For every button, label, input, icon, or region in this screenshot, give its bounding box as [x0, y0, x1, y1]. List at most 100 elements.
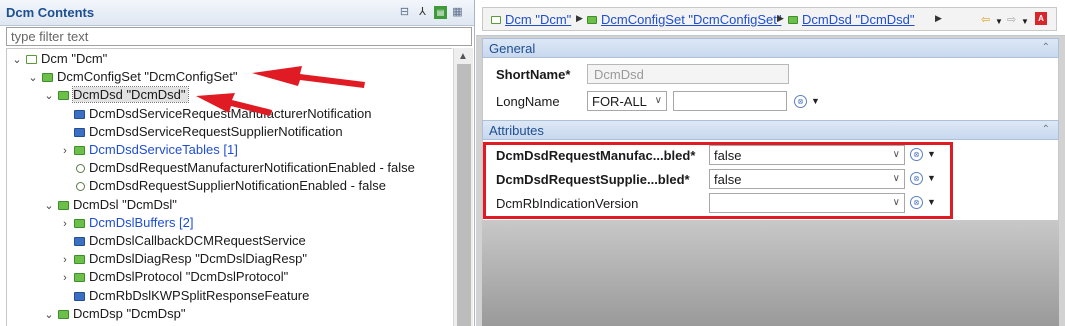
longname-label: LongName	[496, 94, 560, 109]
collapsed-chevron-icon[interactable]: ›	[59, 269, 71, 287]
tree-item-label: DcmDslBuffers [2]	[89, 214, 194, 230]
parameter-icon	[76, 164, 85, 174]
forward-dropdown-icon[interactable]: ▼	[1021, 15, 1029, 29]
general-section-header[interactable]: General ⌃	[482, 38, 1059, 58]
back-dropdown-icon[interactable]: ▼	[995, 15, 1003, 29]
tree-item[interactable]: ⌄ DcmDsd "DcmDsd"	[43, 86, 189, 105]
tree-item-label: DcmDslDiagResp "DcmDslDiagResp"	[89, 251, 307, 267]
breadcrumb-dcm[interactable]: Dcm "Dcm"	[505, 12, 571, 27]
container-icon	[74, 127, 85, 137]
tree-item[interactable]: › DcmDslDiagResp "DcmDslDiagResp"	[59, 250, 307, 268]
collapse-section-icon[interactable]: ⌃	[1042, 42, 1050, 53]
collapse-all-icon[interactable]: ⊟	[398, 6, 411, 19]
expand-chevron-icon[interactable]: ⌄	[43, 306, 55, 324]
breadcrumb-separator-icon: ▶	[576, 13, 583, 23]
tree-item[interactable]: ⌄ DcmDsp "DcmDsp"	[43, 305, 186, 324]
longname-language-select[interactable]: FOR-ALL ∨	[587, 91, 667, 111]
breadcrumb: Dcm "Dcm" ▶ DcmConfigSet "DcmConfigSet" …	[482, 7, 1057, 31]
folder-icon	[58, 200, 69, 210]
general-section: ShortName* DcmDsd LongName FOR-ALL ∨ ⊗ ▼	[482, 58, 1059, 120]
attr-label-indication-version: DcmRbIndicationVersion	[496, 196, 639, 211]
module-icon	[26, 55, 37, 64]
panel-title: Dcm Contents	[6, 5, 95, 20]
dropdown-triangle-icon[interactable]: ▼	[927, 197, 936, 207]
default-value-icon[interactable]: ⊗	[910, 172, 923, 185]
attr-select-indication-version[interactable]: ∨	[709, 193, 905, 213]
tree-item[interactable]: ⌄ DcmDsl "DcmDsl"	[43, 196, 177, 215]
filter-input[interactable]	[6, 27, 472, 46]
folder-icon	[587, 16, 597, 24]
tree-item[interactable]: DcmDsdRequestSupplierNotificationEnabled…	[59, 177, 386, 195]
tree-item[interactable]: DcmDsdRequestManufacturerNotificationEna…	[59, 159, 415, 177]
panel-header: Dcm Contents ⊟ ⅄ ▤ ▦	[0, 0, 474, 26]
dropdown-triangle-icon[interactable]: ▼	[927, 149, 936, 159]
tree-item-label: DcmDsdRequestSupplierNotificationEnabled…	[89, 178, 386, 194]
filter-icon[interactable]: ▤	[434, 6, 447, 19]
breadcrumb-separator-icon: ▶	[777, 13, 784, 23]
folder-icon	[74, 146, 85, 155]
breadcrumb-dcmconfigset[interactable]: DcmConfigSet "DcmConfigSet"	[601, 12, 781, 27]
attributes-section-header[interactable]: Attributes ⌃	[482, 120, 1059, 140]
attr-select-manufacturer-enabled[interactable]: false ∨	[709, 145, 905, 165]
config-tree: ⌄ Dcm "Dcm" ⌄ DcmConfigSet "DcmConfigSet" ⌄ D…	[6, 48, 452, 326]
dropdown-triangle-icon[interactable]: ▼	[927, 173, 936, 183]
expand-chevron-icon[interactable]: ⌄	[27, 69, 39, 87]
editor-panel: Dcm "Dcm" ▶ DcmConfigSet "DcmConfigSet" …	[476, 0, 1065, 326]
tree-scrollbar[interactable]: ▲	[453, 48, 473, 326]
tree-item-label: DcmConfigSet "DcmConfigSet"	[57, 69, 238, 85]
back-arrow-icon[interactable]: ⇦	[981, 13, 990, 27]
collapsed-chevron-icon[interactable]: ›	[59, 142, 71, 160]
longname-language-value: FOR-ALL	[592, 94, 647, 109]
tree-item[interactable]: ⌄ DcmConfigSet "DcmConfigSet"	[27, 68, 237, 86]
folder-icon	[788, 16, 798, 24]
default-value-icon[interactable]: ⊗	[910, 148, 923, 161]
folder-icon	[58, 309, 69, 319]
chevron-down-icon: ∨	[892, 197, 900, 208]
module-icon	[491, 16, 501, 24]
container-icon	[74, 237, 85, 246]
expand-chevron-icon[interactable]: ⌄	[11, 51, 23, 69]
tree-item-label: DcmDsd "DcmDsd"	[72, 86, 189, 104]
tree-item[interactable]: ⌄ Dcm "Dcm"	[11, 50, 107, 68]
attr-value: false	[714, 172, 742, 187]
dropdown-triangle-icon[interactable]: ▼	[811, 96, 820, 106]
tree-item-label: DcmDsl "DcmDsl"	[73, 196, 177, 212]
forward-arrow-icon[interactable]: ⇨	[1007, 13, 1016, 27]
folder-icon	[74, 255, 85, 265]
tree-item-label: DcmDslCallbackDCMRequestService	[89, 233, 306, 248]
default-value-icon[interactable]: ⊗	[910, 196, 923, 209]
view-menu-icon[interactable]: ▦	[451, 6, 464, 19]
tree-item[interactable]: DcmRbDslKWPSplitResponseFeature	[59, 287, 309, 305]
scroll-thumb[interactable]	[457, 64, 471, 326]
shortname-label: ShortName*	[496, 67, 571, 82]
collapsed-chevron-icon[interactable]: ›	[59, 251, 71, 269]
tree-item[interactable]: DcmDslCallbackDCMRequestService	[59, 232, 306, 250]
chevron-down-icon: ∨	[892, 149, 900, 160]
tree-item[interactable]: DcmDsdServiceRequestSupplierNotification	[59, 123, 343, 141]
tree-item-label: Dcm "Dcm"	[41, 51, 108, 66]
tree-item[interactable]: › DcmDslBuffers [2]	[59, 214, 194, 233]
tree-item-label: DcmDsdServiceRequestManufacturerNotifica…	[89, 105, 372, 121]
link-with-editor-icon[interactable]: ⅄	[416, 6, 429, 19]
shortname-field[interactable]: DcmDsd	[587, 64, 789, 84]
attr-value: false	[714, 148, 742, 163]
tree-item[interactable]: › DcmDsdServiceTables [1]	[59, 141, 238, 159]
attr-select-supplier-enabled[interactable]: false ∨	[709, 169, 905, 189]
chevron-down-icon: ∨	[654, 95, 662, 106]
parameter-icon	[76, 182, 85, 192]
breadcrumb-dcmdsd[interactable]: DcmDsd "DcmDsd"	[802, 12, 915, 27]
scroll-up-icon[interactable]: ▲	[458, 51, 468, 62]
expand-chevron-icon[interactable]: ⌄	[43, 197, 55, 215]
tree-item[interactable]: › DcmDslProtocol "DcmDslProtocol"	[59, 268, 288, 286]
collapse-section-icon[interactable]: ⌃	[1042, 124, 1050, 135]
default-value-icon[interactable]: ⊗	[794, 95, 807, 108]
expand-chevron-icon[interactable]: ⌄	[43, 87, 55, 105]
tree-item-label: DcmRbDslKWPSplitResponseFeature	[89, 287, 310, 303]
tree-item-label: DcmDsp "DcmDsp"	[73, 305, 186, 321]
attr-label-supplier-enabled: DcmDsdRequestSupplie...bled*	[496, 172, 690, 187]
container-icon	[74, 109, 85, 119]
collapsed-chevron-icon[interactable]: ›	[59, 215, 71, 233]
longname-field[interactable]	[673, 91, 787, 111]
error-marker-icon[interactable]: A	[1035, 12, 1047, 25]
tree-item[interactable]: DcmDsdServiceRequestManufacturerNotifica…	[59, 105, 372, 123]
